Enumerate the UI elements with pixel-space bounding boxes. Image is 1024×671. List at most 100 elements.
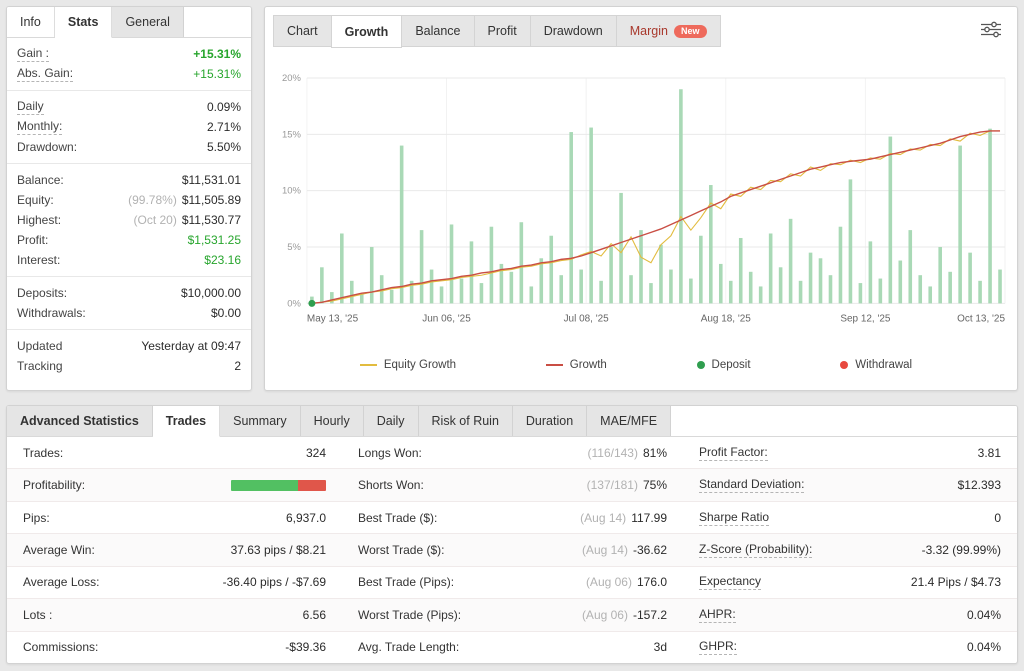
stats-tab-info[interactable]: Info bbox=[7, 7, 55, 37]
stats-row-balance: Balance: $11,531.01 bbox=[17, 170, 241, 190]
statistics-tab-trades[interactable]: Trades bbox=[152, 406, 221, 437]
daily-gain-bar bbox=[529, 286, 534, 304]
chart-settings-button[interactable] bbox=[977, 15, 1005, 47]
cell-standard-deviation: Standard Deviation: $12.393 bbox=[683, 469, 1017, 500]
x-axis-label: Jul 08, '25 bbox=[564, 313, 610, 324]
chart-tab-margin-label: Margin bbox=[629, 24, 668, 38]
stats-group: Daily 0.09% Monthly: 2.71% Drawdown: 5.50% bbox=[7, 91, 251, 164]
value-sharpe-ratio: 0 bbox=[994, 511, 1001, 525]
daily-gain-bar bbox=[479, 282, 484, 304]
chart-tab-growth[interactable]: Growth bbox=[330, 15, 403, 48]
daily-gain-bar bbox=[898, 260, 903, 304]
stats-value-drawdown: 5.50% bbox=[207, 140, 241, 154]
value-main: 0.04% bbox=[966, 640, 1001, 655]
label-trades: Trades: bbox=[23, 445, 64, 460]
stats-value-equity: (99.78%) $11,505.89 bbox=[128, 193, 241, 207]
chart-tab-chart-label: Chart bbox=[287, 24, 318, 38]
deposit-swatch-icon bbox=[696, 361, 705, 369]
daily-gain-bar bbox=[559, 275, 564, 304]
cell-sharpe-ratio: Sharpe Ratio 0 bbox=[683, 502, 1017, 533]
daily-gain-bar bbox=[419, 229, 424, 304]
cell-profit-factor: Profit Factor: 3.81 bbox=[683, 437, 1017, 468]
stats-value-main: +15.31% bbox=[193, 47, 241, 61]
statistics-tab-mae-mfe-label: MAE/MFE bbox=[600, 414, 658, 428]
table-row: Lots : 6.56 Worst Trade (Pips): (Aug 06) -15… bbox=[7, 599, 1017, 632]
statistics-tab-hourly[interactable]: Hourly bbox=[300, 406, 364, 436]
stats-row-deposits: Deposits: $10,000.00 bbox=[17, 283, 241, 303]
value-profitability bbox=[231, 479, 326, 491]
value-main: 3.81 bbox=[977, 445, 1001, 460]
chart-panel: Chart Growth Balance Profit Drawdown Margin Ne… bbox=[264, 6, 1018, 391]
value-standard-deviation: $12.393 bbox=[958, 478, 1001, 492]
stats-value-tracking: 2 bbox=[234, 359, 241, 373]
cell-worst-trade: Worst Trade ($): (Aug 14) -36.62 bbox=[342, 534, 683, 565]
daily-gain-bar bbox=[978, 280, 982, 304]
stats-value-prefix: (Oct 20) bbox=[133, 213, 177, 227]
stats-value-monthly: 2.71% bbox=[207, 120, 241, 134]
y-axis-tick: 5% bbox=[287, 242, 301, 253]
chart-tab-drawdown[interactable]: Drawdown bbox=[529, 15, 617, 47]
statistics-tab-trades-label: Trades bbox=[165, 414, 207, 428]
stats-tab-general-label: General bbox=[125, 15, 170, 29]
table-row: Commissions: -$39.36 Avg. Trade Length: 3d G… bbox=[7, 632, 1017, 663]
stats-tab-general[interactable]: General bbox=[112, 7, 184, 37]
statistics-tab-summary[interactable]: Summary bbox=[220, 406, 301, 436]
cell-longs-won: Longs Won: (116/143) 81% bbox=[342, 437, 683, 468]
stats-row-highest: Highest: (Oct 20) $11,530.77 bbox=[17, 210, 241, 230]
label-average-win: Average Win: bbox=[23, 542, 95, 557]
stats-value-main: $11,505.89 bbox=[181, 193, 241, 207]
daily-gain-bar bbox=[459, 278, 464, 304]
statistics-tab-mae-mfe[interactable]: MAE/MFE bbox=[587, 406, 672, 436]
stats-label-abs-gain: Abs. Gain: bbox=[17, 66, 74, 82]
y-axis-tick: 10% bbox=[282, 186, 302, 197]
value-best-trade-pips: (Aug 06) 176.0 bbox=[586, 575, 667, 589]
stats-tab-stats[interactable]: Stats bbox=[54, 7, 113, 38]
statistics-tab-daily-label: Daily bbox=[376, 414, 405, 428]
cell-average-win: Average Win: 37.63 pips / $8.21 bbox=[7, 534, 342, 565]
y-axis-tick: 0% bbox=[287, 298, 301, 309]
cell-best-trade-pips: Best Trade (Pips): (Aug 06) 176.0 bbox=[342, 567, 683, 598]
statistics-tab-advanced-statistics[interactable]: Advanced Statistics bbox=[7, 406, 153, 436]
daily-gain-bar bbox=[878, 278, 883, 304]
chart-tab-margin[interactable]: Margin New bbox=[615, 15, 721, 47]
cell-worst-trade-pips: Worst Trade (Pips): (Aug 06) -157.2 bbox=[342, 599, 683, 630]
stats-label-highest: Highest: bbox=[17, 213, 62, 227]
stats-value-main: 0.09% bbox=[206, 100, 241, 114]
stats-label-deposits: Deposits: bbox=[17, 286, 68, 300]
top-section: Info Stats General Gain : +15.31% Abs. Gain:… bbox=[0, 0, 1024, 391]
table-row: Trades: 324 Longs Won: (116/143) 81% Profit F… bbox=[7, 437, 1017, 470]
growth-chart[interactable]: 0% 5% 10% 15% 20% May 13, '25 Jun 06, '25 Jul 0… bbox=[265, 51, 1017, 346]
stats-value-main: 5.50% bbox=[206, 140, 241, 154]
statistics-tab-daily[interactable]: Daily bbox=[363, 406, 419, 436]
value-shorts-won: (137/181) 75% bbox=[587, 478, 667, 492]
cell-best-trade: Best Trade ($): (Aug 14) 117.99 bbox=[342, 502, 683, 533]
value-lots: 6.56 bbox=[303, 608, 326, 622]
value-ahpr: 0.04% bbox=[967, 608, 1001, 622]
stats-label-updated: Updated bbox=[17, 339, 63, 353]
daily-gain-bar bbox=[798, 280, 803, 304]
stats-row-profit: Profit: $1,531.25 bbox=[17, 230, 241, 250]
chart-tab-chart[interactable]: Chart bbox=[273, 15, 332, 47]
stats-value-profit: $1,531.25 bbox=[188, 233, 241, 247]
daily-gain-bar bbox=[589, 127, 593, 304]
statistics-tab-duration[interactable]: Duration bbox=[512, 406, 588, 436]
stats-row-abs-gain: Abs. Gain: +15.31% bbox=[17, 64, 241, 84]
stats-group: Gain : +15.31% Abs. Gain: +15.31% bbox=[7, 38, 251, 91]
value-prefix: (Aug 06) bbox=[585, 575, 632, 590]
stats-row-daily: Daily 0.09% bbox=[17, 97, 241, 117]
daily-gain-bar bbox=[389, 289, 394, 304]
chart-tab-balance[interactable]: Balance bbox=[401, 15, 475, 47]
label-sharpe-ratio: Sharpe Ratio bbox=[699, 509, 770, 526]
daily-gain-bar bbox=[609, 246, 613, 304]
stats-value-main: $11,531.01 bbox=[181, 173, 241, 187]
chart-tabs-row: Chart Growth Balance Profit Drawdown Margin Ne… bbox=[265, 7, 1017, 51]
daily-gain-bar bbox=[778, 267, 783, 304]
label-z-score-probability: Z-Score (Probability): bbox=[699, 541, 813, 558]
stats-label-balance: Balance: bbox=[17, 173, 64, 187]
chart-tab-profit[interactable]: Profit bbox=[473, 15, 531, 47]
legend-withdrawal: Withdrawal bbox=[840, 359, 912, 371]
statistics-tab-risk-of-ruin[interactable]: Risk of Ruin bbox=[418, 406, 513, 436]
daily-gain-bar bbox=[569, 131, 573, 304]
stats-panel: Info Stats General Gain : +15.31% Abs. Gain:… bbox=[6, 6, 252, 391]
value-main: $12.393 bbox=[957, 478, 1001, 493]
